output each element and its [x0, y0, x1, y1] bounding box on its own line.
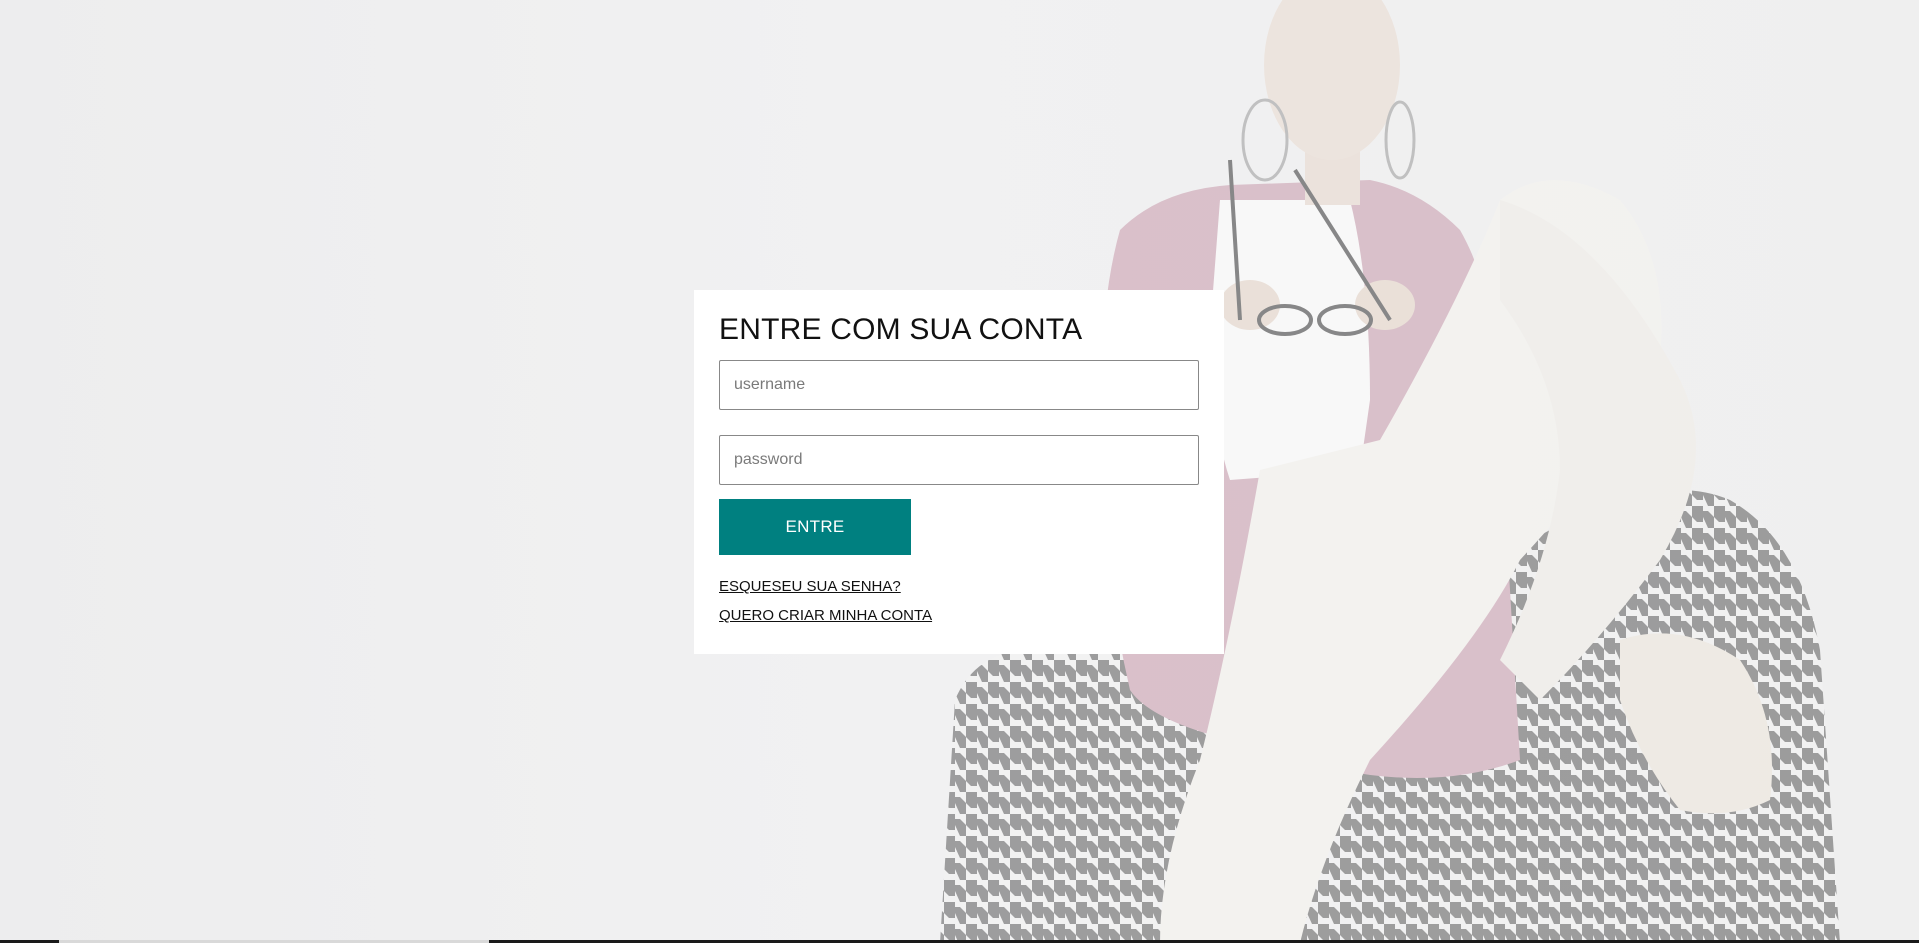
password-input[interactable]: [719, 435, 1199, 485]
login-page: ENTRE COM SUA CONTA ENTRE ESQUESEU SUA S…: [0, 0, 1919, 943]
forgot-password-link[interactable]: ESQUESEU SUA SENHA?: [719, 572, 1199, 601]
create-account-link[interactable]: QUERO CRIAR MINHA CONTA: [719, 601, 1199, 630]
account-links: ESQUESEU SUA SENHA? QUERO CRIAR MINHA CO…: [719, 572, 1199, 630]
username-input[interactable]: [719, 360, 1199, 410]
login-title: ENTRE COM SUA CONTA: [719, 313, 1083, 346]
login-card: ENTRE COM SUA CONTA ENTRE ESQUESEU SUA S…: [694, 290, 1224, 654]
login-button[interactable]: ENTRE: [719, 499, 911, 555]
